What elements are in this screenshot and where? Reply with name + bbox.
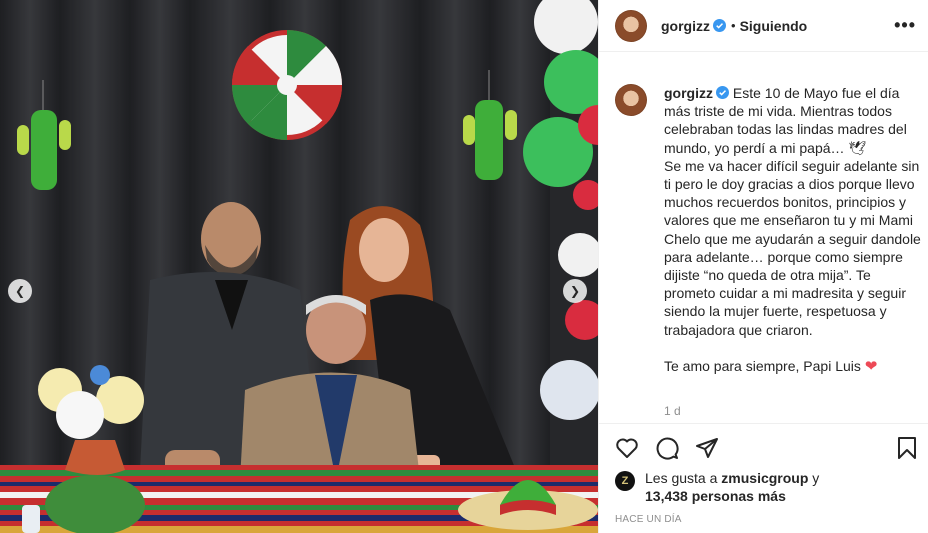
likes-text: Les gusta a zmusicgroup y 13,438 persona… xyxy=(645,469,819,505)
photo-illustration xyxy=(0,0,598,533)
chevron-left-icon: ❮ xyxy=(14,284,26,298)
next-photo-button[interactable]: ❯ xyxy=(563,279,587,303)
more-options-button[interactable]: ••• xyxy=(894,15,916,36)
post-header: gorgizz • Siguiendo ••• xyxy=(599,0,928,52)
caption-relative-time[interactable]: 1 d xyxy=(664,404,681,418)
previous-photo-button[interactable]: ❮ xyxy=(8,279,32,303)
post-photo[interactable]: ❮ ❯ xyxy=(0,0,598,533)
likes-count[interactable]: 13,438 personas más xyxy=(645,488,786,504)
verified-badge-icon xyxy=(716,86,729,99)
caption-closing: Te amo para siempre, Papi Luis xyxy=(664,357,861,374)
comment-icon[interactable] xyxy=(655,436,679,460)
action-row xyxy=(615,436,719,460)
red-heart-emoji: ❤ xyxy=(864,357,878,375)
caption-avatar[interactable] xyxy=(615,84,647,116)
posted-ago[interactable]: HACE UN DÍA xyxy=(615,514,682,525)
caption-username[interactable]: gorgizz xyxy=(664,85,713,101)
verified-badge-icon xyxy=(713,19,726,32)
likes-prefix: Les gusta a xyxy=(645,470,718,486)
liker-username[interactable]: zmusicgroup xyxy=(721,470,808,486)
likes-suffix: y xyxy=(812,470,820,486)
heart-outline-icon[interactable] xyxy=(615,436,639,460)
paper-plane-icon[interactable] xyxy=(695,436,719,460)
separator-dot: • xyxy=(731,18,736,33)
caption: gorgizz Este 10 de Mayo fue el día más t… xyxy=(615,84,921,376)
actions-section: Z Les gusta a zmusicgroup y 13,438 perso… xyxy=(599,423,928,533)
caption-text-block: gorgizz Este 10 de Mayo fue el día más t… xyxy=(664,84,921,376)
caption-body: Este 10 de Mayo fue el día más triste de… xyxy=(664,85,921,338)
instagram-post: ❮ ❯ gorgizz • Siguiendo ••• gorgizz Este… xyxy=(0,0,928,533)
likes-summary: Z Les gusta a zmusicgroup y 13,438 perso… xyxy=(615,469,819,505)
header-username[interactable]: gorgizz xyxy=(661,18,710,34)
liker-avatar[interactable]: Z xyxy=(615,471,635,491)
following-button[interactable]: Siguiendo xyxy=(740,18,808,34)
avatar[interactable] xyxy=(615,9,647,42)
post-side-panel: gorgizz • Siguiendo ••• gorgizz Este 10 … xyxy=(598,0,928,533)
chevron-right-icon: ❯ xyxy=(569,284,581,298)
bookmark-icon[interactable] xyxy=(895,436,919,460)
